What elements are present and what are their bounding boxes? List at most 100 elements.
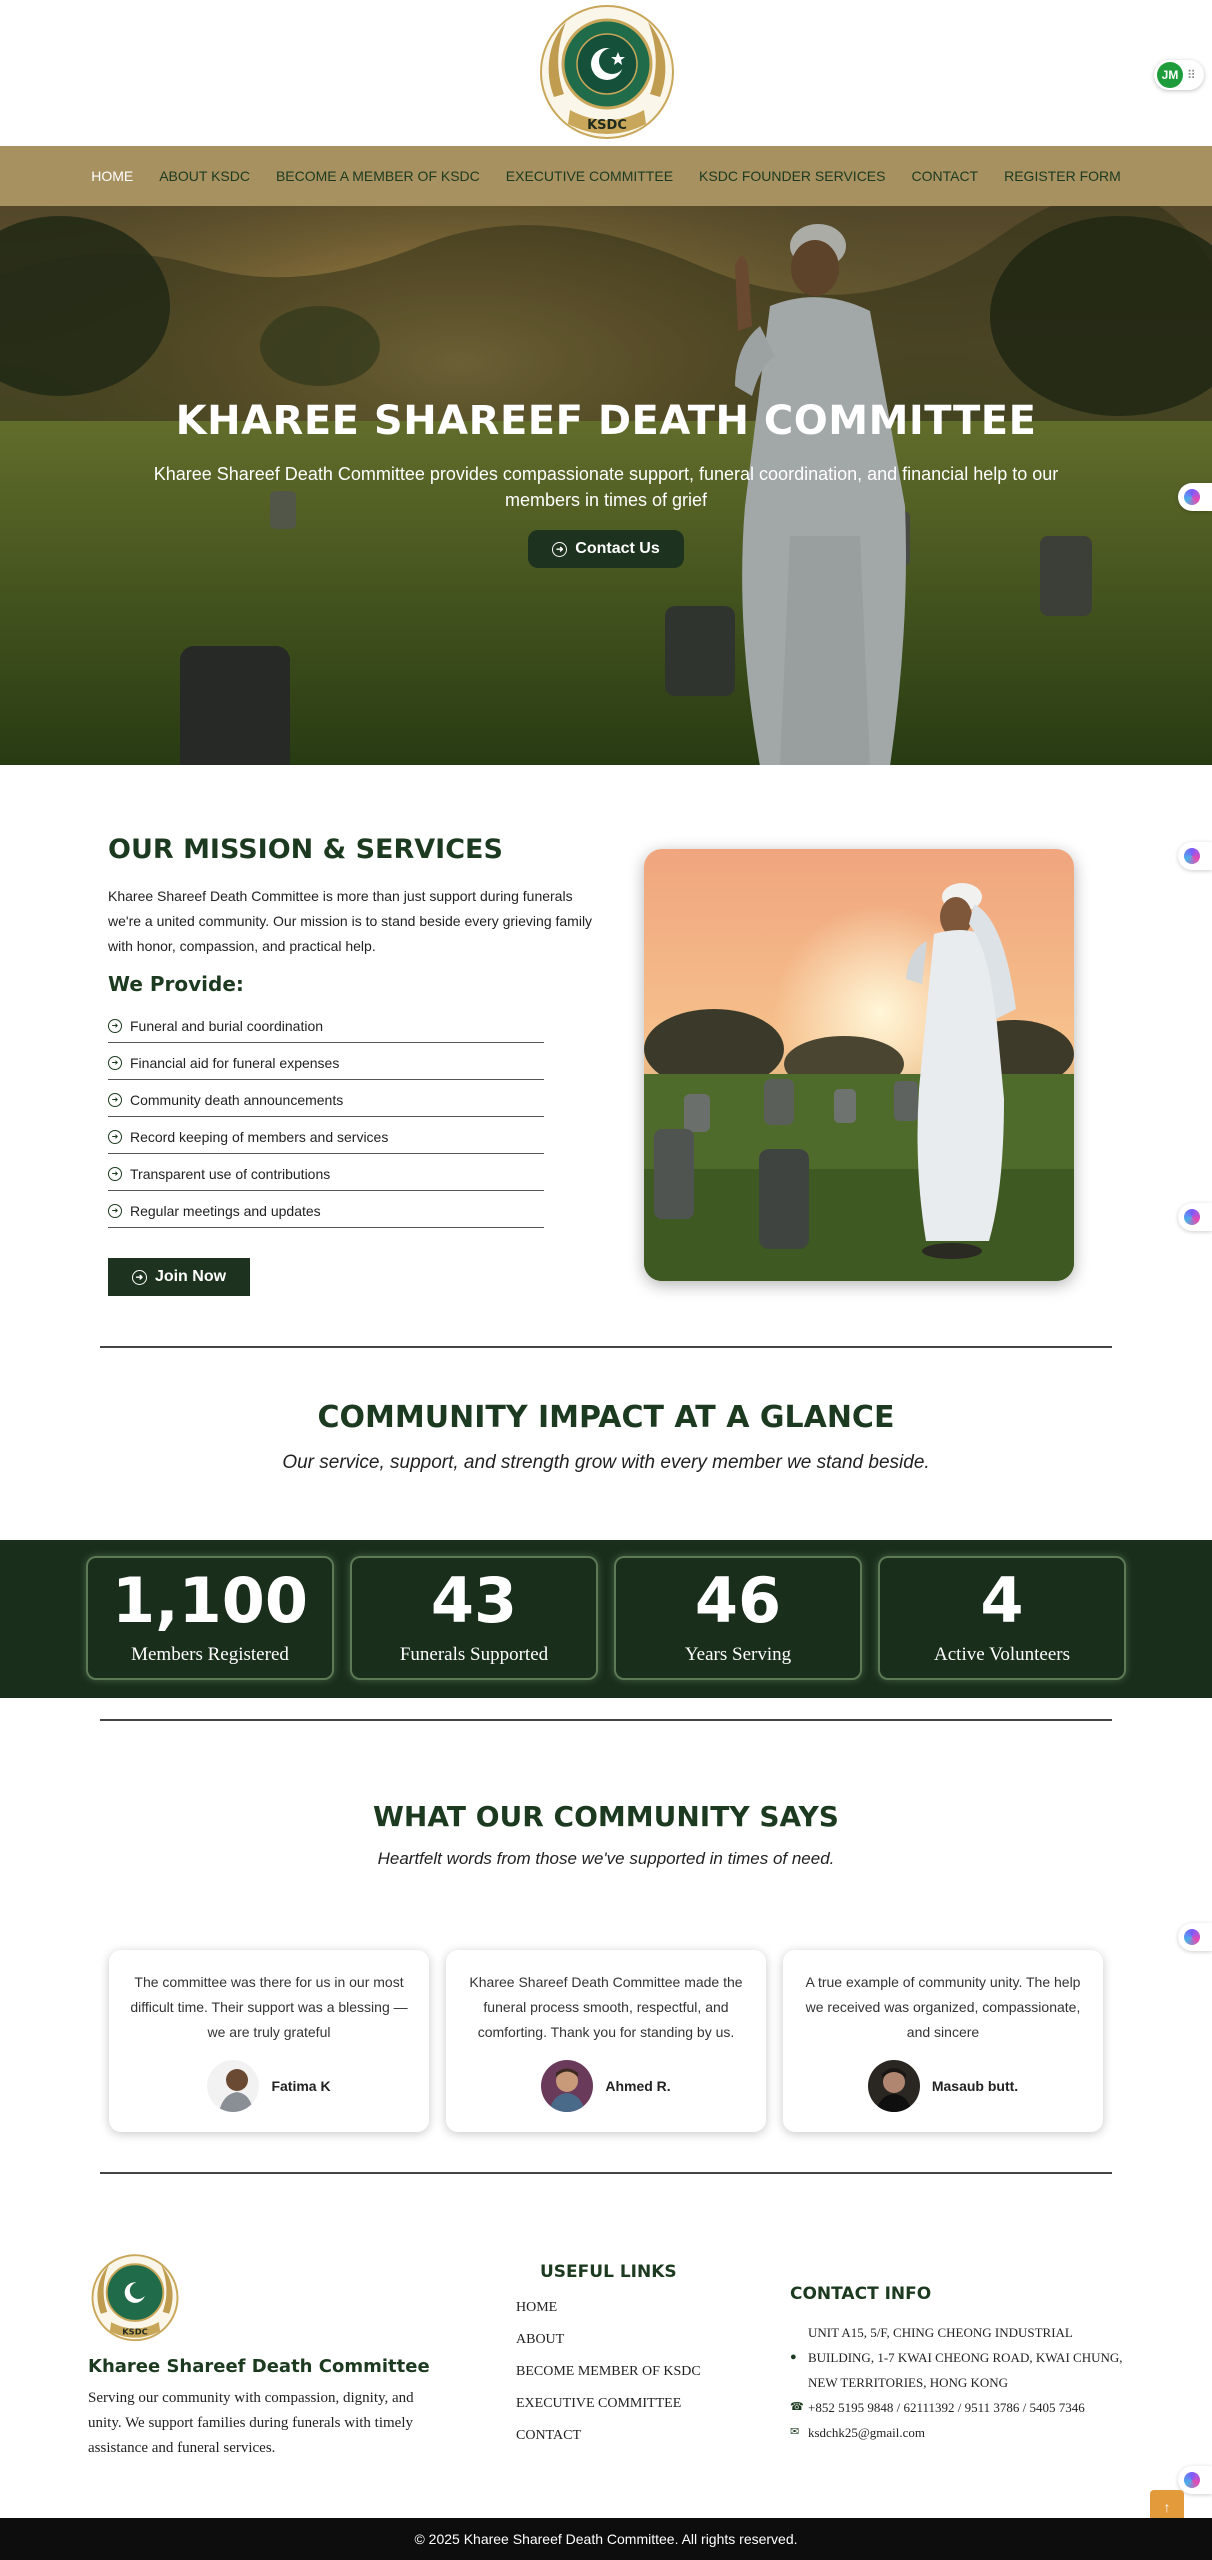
contact-address: ● BUILDING, 1-7 KWAI CHEONG ROAD, KWAI CH… <box>790 2345 1130 2395</box>
footer-org-name: Kharee Shareef Death Committee <box>88 2356 430 2377</box>
stat-card: 1,100 Members Registered <box>86 1556 334 1680</box>
testimonial-card: Kharee Shareef Death Committee made the … <box>446 1950 766 2132</box>
useful-links-title: USEFUL LINKS <box>540 2262 677 2282</box>
mission-text: Kharee Shareef Death Committee is more t… <box>108 888 593 954</box>
arrow-right-circle-icon: ➜ <box>108 1130 122 1144</box>
phone-icon: ☎ <box>790 2401 804 2413</box>
testimonial-card: A true example of community unity. The h… <box>783 1950 1103 2132</box>
testimonials-title: WHAT OUR COMMUNITY SAYS <box>373 1800 839 1833</box>
contact-info: UNIT A15, 5/F, CHING CHEONG INDUSTRIAL ●… <box>790 2320 1130 2445</box>
mission-image <box>644 849 1074 1281</box>
floating-ai-widget[interactable] <box>1178 842 1212 870</box>
footer-link-become-member[interactable]: BECOME MEMBER OF KSDC <box>516 2364 701 2396</box>
envelope-icon: ✉ <box>790 2426 800 2438</box>
location-pin-icon: ● <box>790 2351 797 2363</box>
ksdc-logo[interactable]: KSDC <box>534 2 680 146</box>
contact-phone[interactable]: ☎ +852 5195 9848 / 62111392 / 9511 3786 /… <box>790 2395 1130 2420</box>
list-item: ➜ Funeral and burial coordination <box>108 1006 544 1043</box>
ai-orb-icon <box>1184 2472 1200 2488</box>
arrow-up-icon: ↑ <box>1163 2499 1171 2515</box>
testimonial-quote: The committee was there for us in our mo… <box>130 1974 408 2040</box>
stat-label: Members Registered <box>131 1644 289 1665</box>
testimonial-card: The committee was there for us in our mo… <box>109 1950 429 2132</box>
arrow-right-circle-icon: ➜ <box>108 1019 122 1033</box>
contact-us-label: Contact Us <box>575 540 660 557</box>
stat-card: 43 Funerals Supported <box>350 1556 598 1680</box>
list-item: ➜ Regular meetings and updates <box>108 1191 544 1228</box>
impact-subtitle: Our service, support, and strength grow … <box>282 1452 930 1473</box>
contact-address-line-1: UNIT A15, 5/F, CHING CHEONG INDUSTRIAL <box>808 2325 1073 2340</box>
we-provide-title: We Provide: <box>108 972 244 996</box>
footer-logo-text: KSDC <box>122 2326 148 2336</box>
drag-handle-icon[interactable]: ⠿ <box>1187 68 1196 82</box>
section-divider <box>100 1719 1112 1721</box>
mission-title: OUR MISSION & SERVICES <box>108 834 503 865</box>
stats-band: 1,100 Members Registered 43 Funerals Sup… <box>0 1540 1212 1698</box>
arrow-right-circle-icon: ➜ <box>108 1056 122 1070</box>
testimonial-quote: Kharee Shareef Death Committee made the … <box>469 1974 743 2040</box>
floating-ai-widget[interactable] <box>1178 483 1212 511</box>
contact-info-title: CONTACT INFO <box>790 2284 932 2304</box>
nav-register-form[interactable]: REGISTER FORM <box>991 168 1134 184</box>
footer-description: Serving our community with compassion, d… <box>88 2390 414 2456</box>
stat-label: Years Serving <box>684 1644 792 1665</box>
list-item: ➜ Transparent use of contributions <box>108 1154 544 1191</box>
testimonial-name: Fatima K <box>271 2078 331 2094</box>
nav-become-member[interactable]: BECOME A MEMBER OF KSDC <box>263 168 493 184</box>
footer-link-executive-committee[interactable]: EXECUTIVE COMMITTEE <box>516 2396 701 2428</box>
testimonial-quote: A true example of community unity. The h… <box>805 1974 1081 2040</box>
stat-value: 1,100 <box>111 1564 309 1637</box>
footer-logo[interactable]: KSDC <box>88 2252 182 2346</box>
avatar <box>541 2060 594 2112</box>
ai-orb-icon <box>1184 848 1200 864</box>
nav-executive-committee[interactable]: EXECUTIVE COMMITTEE <box>493 168 686 184</box>
stat-label: Active Volunteers <box>934 1644 1070 1665</box>
stat-label: Funerals Supported <box>399 1644 549 1665</box>
arrow-right-circle-icon: ➜ <box>108 1167 122 1181</box>
jm-chat-widget[interactable]: JM ⠿ <box>1154 60 1204 90</box>
nav-home[interactable]: HOME <box>78 168 146 184</box>
contact-email[interactable]: ✉ ksdchk25@gmail.com <box>790 2420 1130 2445</box>
contact-us-button[interactable]: ➜ Contact Us <box>528 530 684 568</box>
testimonial-name: Ahmed R. <box>605 2078 671 2094</box>
stat-value: 46 <box>694 1564 782 1637</box>
hero-title: KHAREE SHAREEF DEATH COMMITTEE <box>175 398 1037 444</box>
floating-ai-widget[interactable] <box>1178 2466 1212 2494</box>
logo-text: KSDC <box>587 118 627 133</box>
copyright: © 2025 Kharee Shareef Death Committee. A… <box>0 2518 1212 2560</box>
avatar <box>207 2060 260 2112</box>
list-item: ➜ Community death announcements <box>108 1080 544 1117</box>
list-item: ➜ Financial aid for funeral expenses <box>108 1043 544 1080</box>
ai-orb-icon <box>1184 1209 1200 1225</box>
arrow-right-circle-icon: ➜ <box>108 1093 122 1107</box>
footer-link-about[interactable]: ABOUT <box>516 2332 701 2364</box>
useful-links: HOME ABOUT BECOME MEMBER OF KSDC EXECUTI… <box>516 2300 701 2460</box>
stat-value: 4 <box>980 1564 1024 1637</box>
arrow-right-circle-icon: ➜ <box>131 1269 147 1285</box>
stat-card: 46 Years Serving <box>614 1556 862 1680</box>
stat-value: 43 <box>430 1564 518 1637</box>
nav-contact[interactable]: CONTACT <box>898 168 991 184</box>
floating-ai-widget[interactable] <box>1178 1923 1212 1951</box>
section-divider <box>100 2172 1112 2174</box>
join-now-label: Join Now <box>154 1268 227 1285</box>
avatar <box>867 2060 920 2112</box>
impact-title: COMMUNITY IMPACT AT A GLANCE <box>317 1400 895 1435</box>
join-now-button[interactable]: ➜ Join Now <box>108 1258 250 1296</box>
nav-founder-services[interactable]: KSDC FOUNDER SERVICES <box>686 168 898 184</box>
jm-badge: JM <box>1157 62 1183 88</box>
footer-link-contact[interactable]: CONTACT <box>516 2428 701 2460</box>
ai-orb-icon <box>1184 1929 1200 1945</box>
footer-link-home[interactable]: HOME <box>516 2300 701 2332</box>
section-divider <box>100 1346 1112 1348</box>
main-nav: HOME ABOUT KSDC BECOME A MEMBER OF KSDC … <box>0 146 1212 206</box>
arrow-right-circle-icon: ➜ <box>552 541 568 557</box>
site-header: KSDC JM ⠿ <box>0 0 1212 146</box>
arrow-right-circle-icon: ➜ <box>108 1204 122 1218</box>
stat-card: 4 Active Volunteers <box>878 1556 1126 1680</box>
nav-about[interactable]: ABOUT KSDC <box>146 168 263 184</box>
list-item: ➜ Record keeping of members and services <box>108 1117 544 1154</box>
testimonials-subtitle: Heartfelt words from those we've support… <box>377 1849 835 1868</box>
floating-ai-widget[interactable] <box>1178 1203 1212 1231</box>
ai-orb-icon <box>1184 489 1200 505</box>
